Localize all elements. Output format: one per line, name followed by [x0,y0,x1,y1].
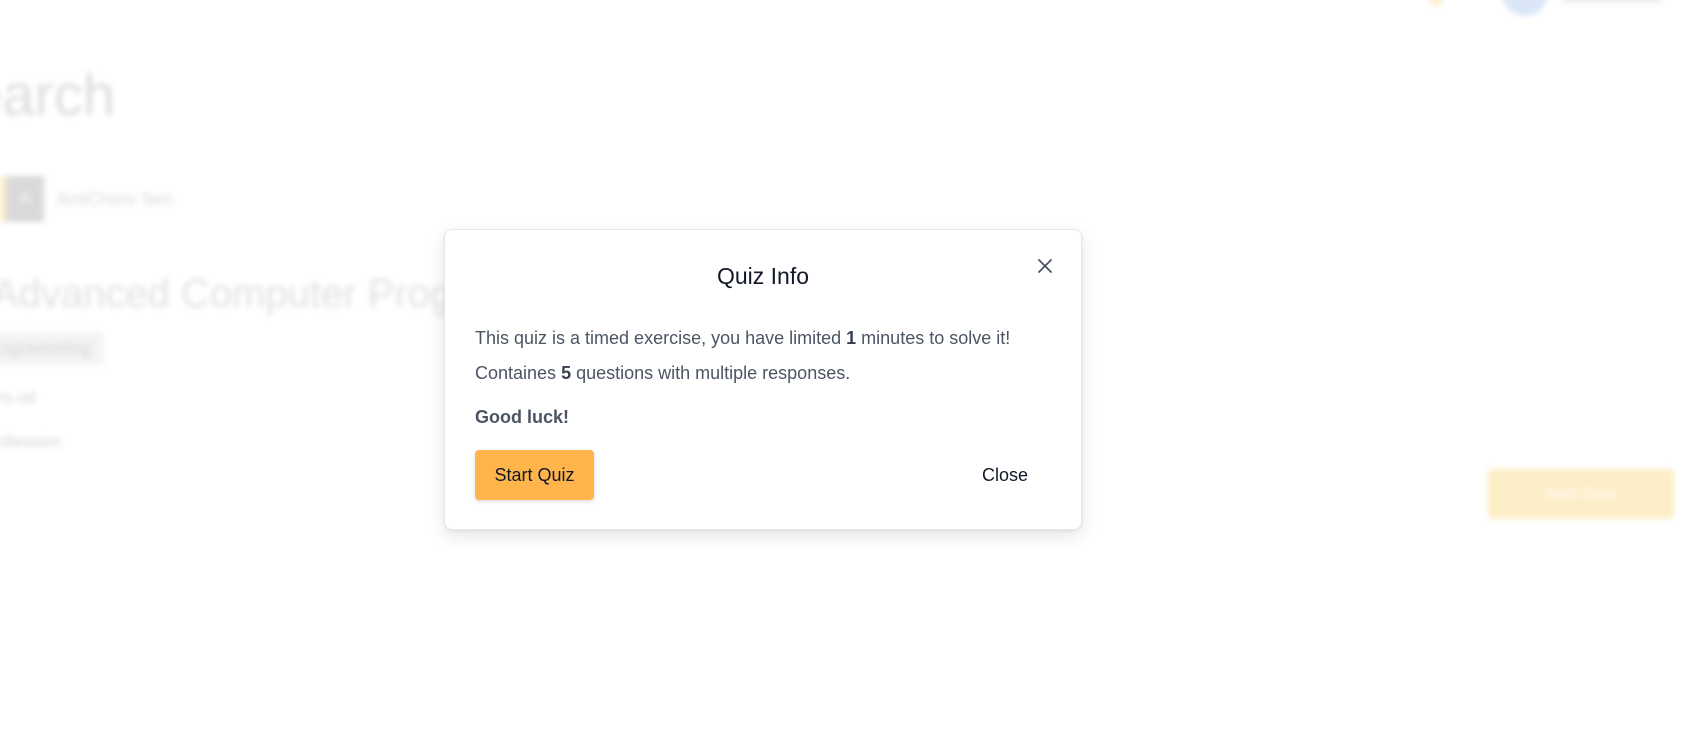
course-title: Advanced Computer Progra [0,272,488,316]
close-x-icon [1038,259,1052,273]
author-badge: A [0,176,44,222]
question-count-prefix: Containes [475,363,562,383]
close-icon[interactable] [1031,252,1059,280]
modal-title: Quiz Info [716,263,810,289]
time-limit-prefix: This quiz is a timed exercise, you have … [475,328,847,348]
start-quiz-button[interactable]: Start Quiz [475,450,594,500]
username-placeholder [1562,0,1662,2]
question-count: 5 [561,363,572,383]
question-count-text: Containes 5 questions with multiple resp… [475,361,1051,385]
modal-body: This quiz is a timed exercise, you have … [475,326,1051,429]
background-action-button: Add Quiz [1488,469,1674,519]
category-tag: ogramming [0,332,105,365]
quiz-info-modal: Quiz Info This quiz is a timed exercise,… [444,229,1082,530]
time-limit-suffix: minutes to solve it! [856,328,1011,348]
background-heading: earch [0,63,116,128]
good-luck-text: Good luck! [475,407,569,427]
page: earch A AmiChoru Sen Advanced Computer P… [0,0,1686,729]
course-detail: rs.od [0,388,36,407]
author-row: A AmiChoru Sen [0,176,173,222]
close-button[interactable]: Close [959,450,1051,500]
question-count-suffix: questions with multiple responses. [571,363,851,383]
avatar [1502,0,1548,16]
author-name: AmiChoru Sen [56,188,174,209]
time-limit-text: This quiz is a timed exercise, you have … [475,326,1051,350]
minutes-count: 1 [846,328,857,348]
star-icon [1430,0,1442,6]
course-detail: ofession [0,432,62,451]
